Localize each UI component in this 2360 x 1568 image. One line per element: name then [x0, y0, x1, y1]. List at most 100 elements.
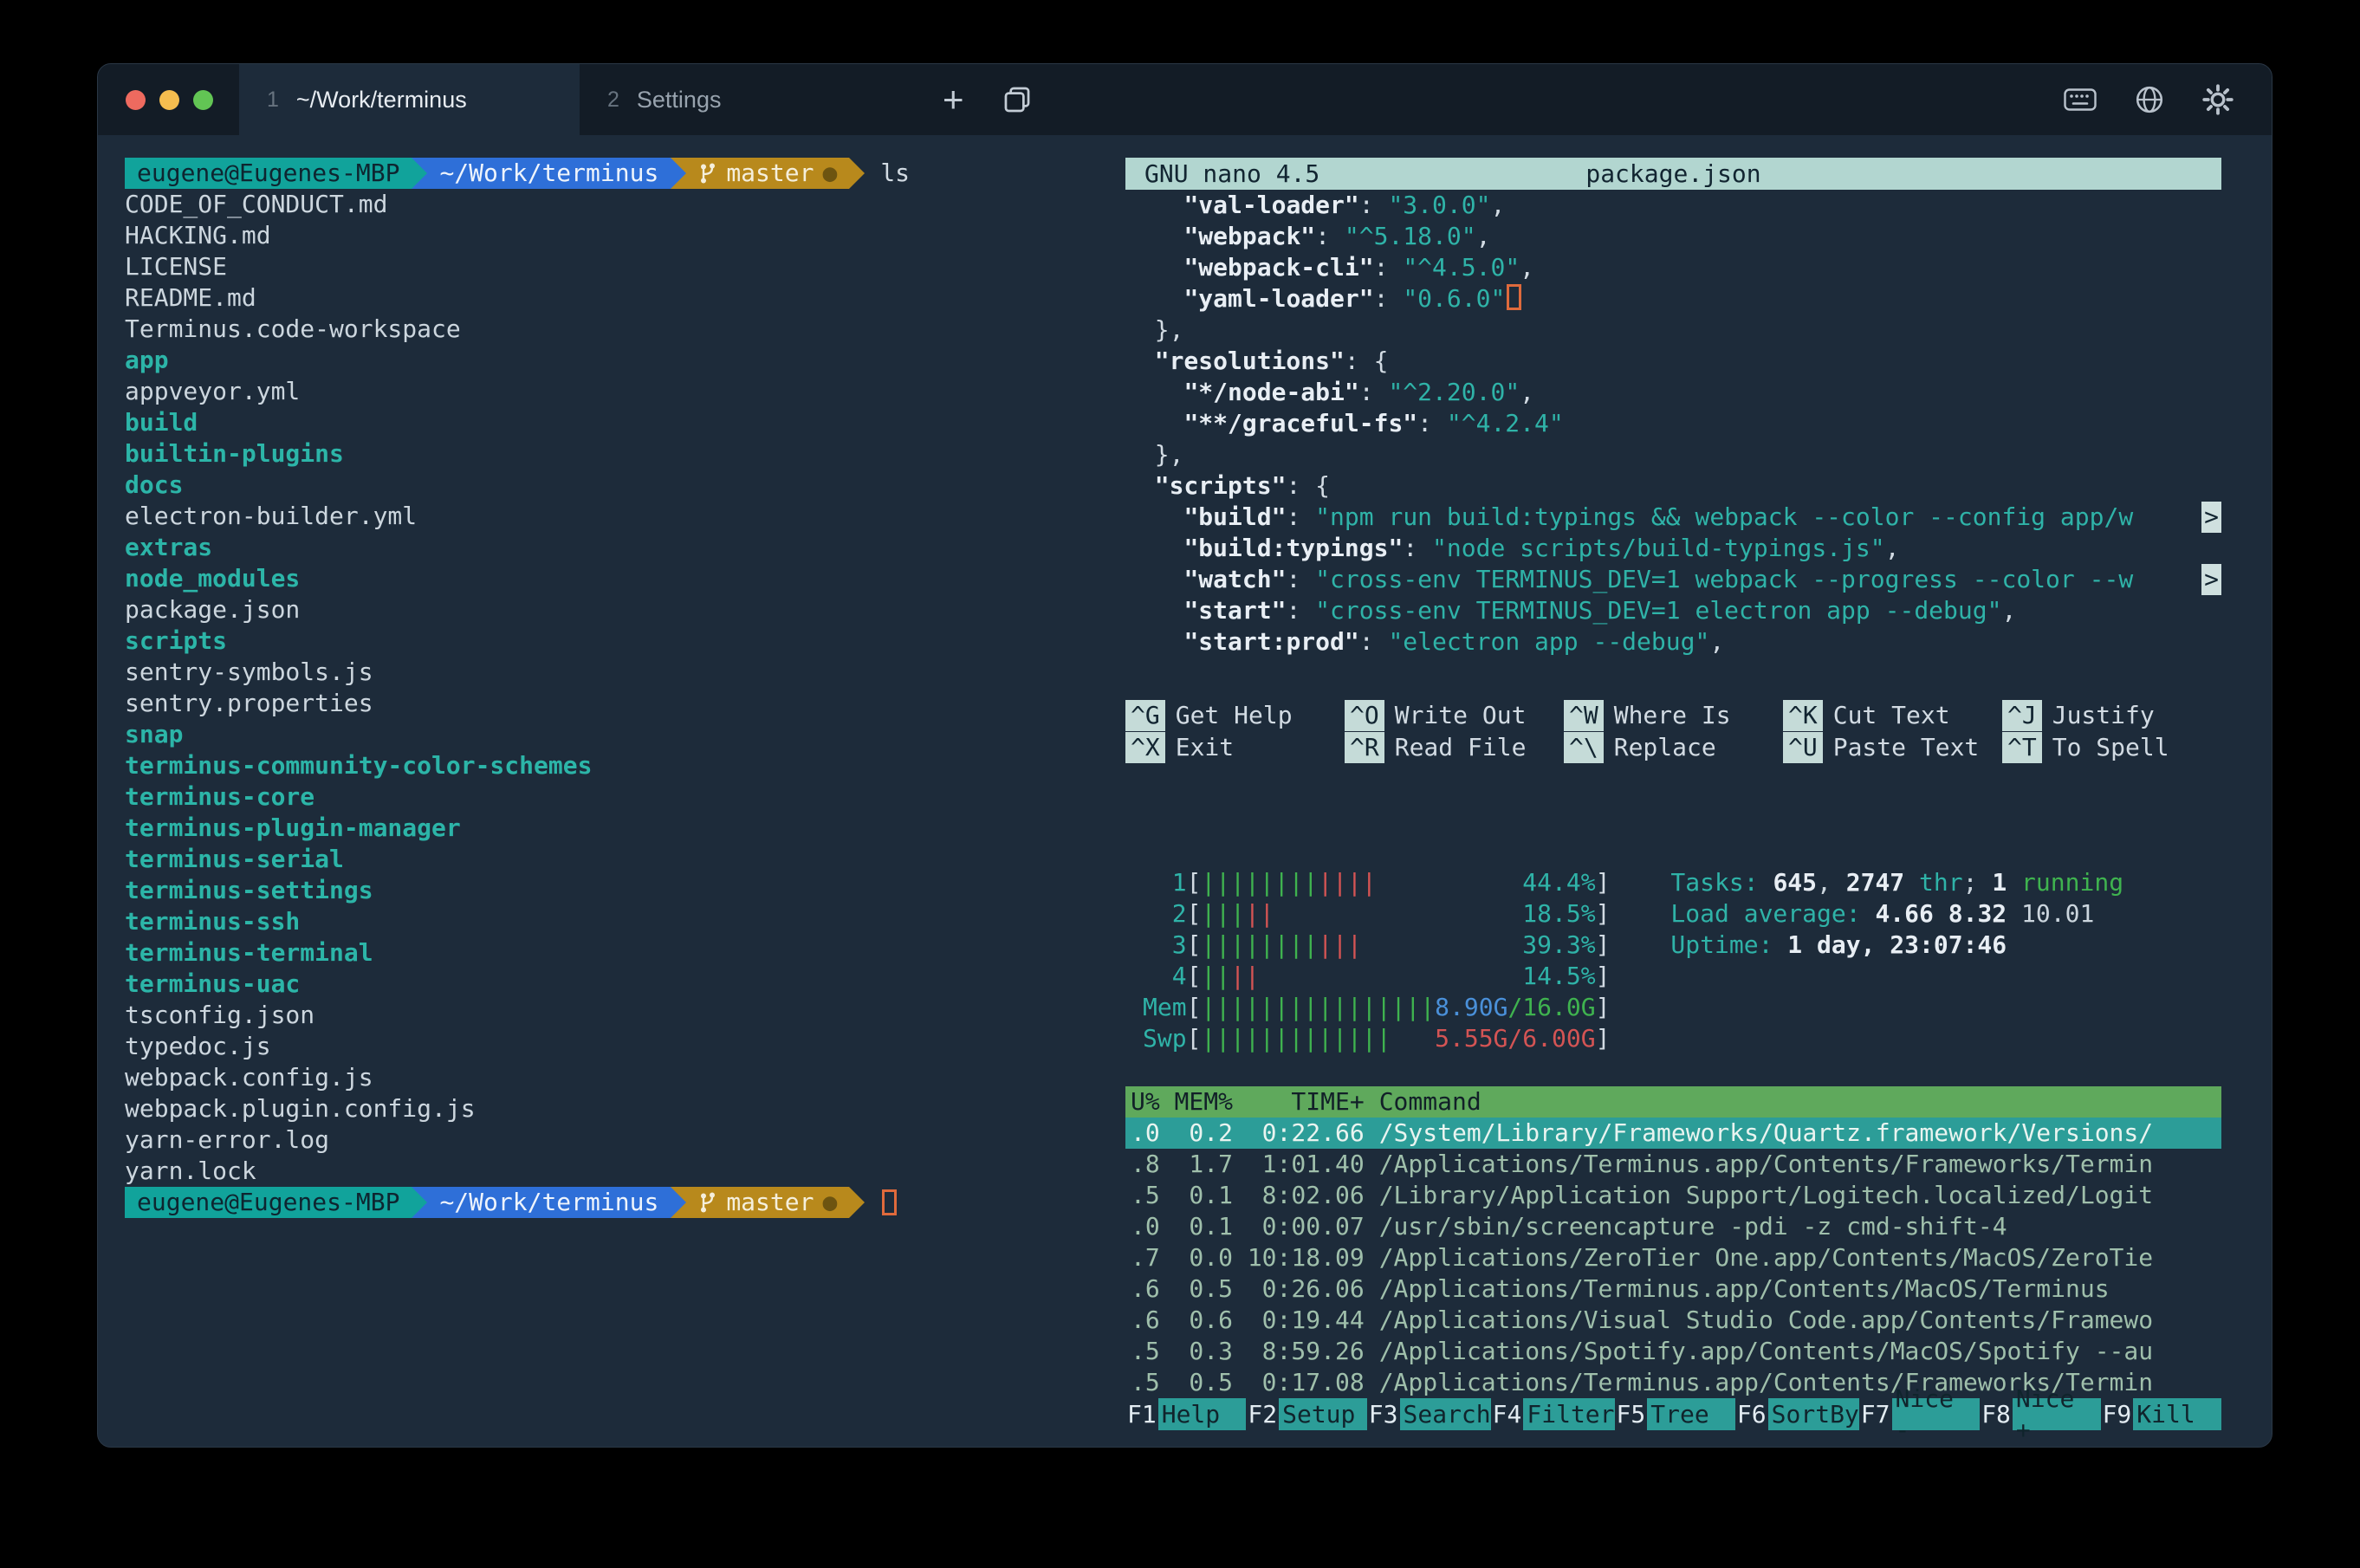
terminal-pane-right[interactable]: package.json GNU nano 4.5 "val-loader": …	[1125, 135, 2272, 1447]
nano-line: "*/node-abi": "^2.20.0",	[1125, 377, 2221, 408]
close-button[interactable]	[126, 90, 146, 110]
tab-title: ~/Work/terminus	[296, 87, 467, 113]
process-row[interactable]: .60.60:19.44/Applications/Visual Studio …	[1125, 1305, 2221, 1336]
line-wrap-marker: >	[2201, 564, 2221, 595]
nano-line: "start:prod": "electron app --debug",	[1125, 626, 2221, 658]
process-row[interactable]: .70.010:18.09/Applications/ZeroTier One.…	[1125, 1242, 2221, 1273]
file-entry: terminus-plugin-manager	[125, 813, 1125, 844]
nano-line: "resolutions": {	[1125, 346, 2221, 377]
process-row[interactable]: .00.10:00.07/usr/sbin/screencapture -pdi…	[1125, 1211, 2221, 1242]
process-table-header[interactable]: U%MEM%TIME+Command	[1125, 1086, 2221, 1118]
traffic-lights	[98, 64, 239, 135]
htop-fkey[interactable]: F5Tree	[1615, 1398, 1735, 1430]
nano-line: "build:typings": "node scripts/build-typ…	[1125, 533, 2221, 564]
file-entry: Terminus.code-workspace	[125, 314, 1125, 345]
file-entry: terminus-ssh	[125, 906, 1125, 937]
file-entry: typedoc.js	[125, 1031, 1125, 1062]
globe-icon[interactable]	[2135, 85, 2164, 114]
file-entry: tsconfig.json	[125, 1000, 1125, 1031]
tab-number: 2	[607, 87, 619, 113]
tab-work-terminus[interactable]: 1 ~/Work/terminus	[239, 64, 580, 135]
git-branch-icon	[698, 162, 717, 185]
htop-fkey[interactable]: F3Search	[1367, 1398, 1491, 1430]
powerline-arrow	[671, 1187, 686, 1218]
powerline-arrow	[412, 158, 427, 189]
process-row[interactable]: .81.71:01.40/Applications/Terminus.app/C…	[1125, 1149, 2221, 1180]
nano-cursor	[1507, 284, 1521, 310]
process-row[interactable]: .60.50:26.06/Applications/Terminus.app/C…	[1125, 1273, 2221, 1305]
file-entry: HACKING.md	[125, 220, 1125, 251]
settings-gear-icon[interactable]	[2202, 84, 2234, 115]
nano-line: "scripts": {	[1125, 470, 2221, 502]
file-entry: README.md	[125, 282, 1125, 314]
file-entry: docs	[125, 470, 1125, 501]
minimize-button[interactable]	[159, 90, 179, 110]
process-row[interactable]: .50.18:02.06/Library/Application Support…	[1125, 1180, 2221, 1211]
terminal-content: eugene@Eugenes-MBP~/Work/terminusmaster●…	[98, 135, 2272, 1447]
nano-shortcut: ^RRead File	[1345, 732, 1564, 763]
nano-editor: package.json GNU nano 4.5 "val-loader": …	[1125, 158, 2221, 763]
htop-fkey[interactable]: F7Nice -	[1859, 1398, 1980, 1430]
nano-shortcut-bar: ^GGet Help^OWrite Out^WWhere Is^KCut Tex…	[1125, 699, 2221, 763]
meter-row: Mem[||||||||||||||||8.90G/16.0G]	[1143, 992, 1610, 1023]
maximize-button[interactable]	[193, 90, 213, 110]
file-entry: sentry-symbols.js	[125, 657, 1125, 688]
shell-prompt: eugene@Eugenes-MBP~/Work/terminusmaster●…	[125, 158, 1125, 189]
terminal-pane-left[interactable]: eugene@Eugenes-MBP~/Work/terminusmaster●…	[98, 135, 1125, 1447]
cpu-memory-meters: 1[||||||||||||44.4%]2[|||||18.5%]3[|||||…	[1143, 867, 1610, 1054]
process-row[interactable]: .00.20:22.66/System/Library/Frameworks/Q…	[1125, 1118, 2221, 1149]
split-windows-icon[interactable]	[987, 64, 1047, 135]
prompt-user-host: eugene@Eugenes-MBP	[125, 1187, 412, 1218]
file-entry: builtin-plugins	[125, 438, 1125, 470]
process-rows: .00.20:22.66/System/Library/Frameworks/Q…	[1125, 1118, 2221, 1398]
file-entry: node_modules	[125, 563, 1125, 594]
summary-line: Tasks: 645, 2747 thr; 1 running	[1670, 867, 2123, 898]
tab-title: Settings	[637, 87, 722, 113]
shell-prompt: eugene@Eugenes-MBP~/Work/terminusmaster●	[125, 1187, 1125, 1218]
prompt-branch: master	[726, 1187, 814, 1218]
nano-line: },	[1125, 314, 2221, 346]
htop-fkey[interactable]: F6SortBy	[1735, 1398, 1859, 1430]
nano-shortcut: ^KCut Text	[1783, 700, 2002, 731]
htop-function-key-bar: F1HelpF2SetupF3SearchF4FilterF5TreeF6Sor…	[1125, 1398, 2221, 1430]
htop-meters: 1[||||||||||||44.4%]2[|||||18.5%]3[|||||…	[1125, 867, 2221, 1054]
tab-settings[interactable]: 2 Settings	[580, 64, 920, 135]
nano-shortcut: ^GGet Help	[1125, 700, 1345, 731]
file-entry: scripts	[125, 625, 1125, 657]
ls-output: CODE_OF_CONDUCT.mdHACKING.mdLICENSEREADM…	[125, 189, 1125, 1187]
nano-line: "yaml-loader": "0.6.0"	[1125, 283, 2221, 314]
nano-line: "webpack-cli": "^4.5.0",	[1125, 252, 2221, 283]
nano-shortcut: ^JJustify	[2002, 700, 2221, 731]
keyboard-icon[interactable]	[2064, 87, 2097, 112]
htop-fkey[interactable]: F1Help	[1125, 1398, 1246, 1430]
titlebar-actions	[2064, 64, 2272, 135]
new-tab-button[interactable]: +	[920, 64, 987, 135]
titlebar-spacer	[1047, 64, 2064, 135]
htop-fkey[interactable]: F4Filter	[1491, 1398, 1615, 1430]
process-row[interactable]: .50.38:59.26/Applications/Spotify.app/Co…	[1125, 1336, 2221, 1367]
system-summary: Tasks: 645, 2747 thr; 1 runningLoad aver…	[1670, 867, 2123, 1054]
file-entry: app	[125, 345, 1125, 376]
powerline-arrow	[849, 1187, 865, 1218]
nano-line: },	[1125, 439, 2221, 470]
file-entry: yarn.lock	[125, 1156, 1125, 1187]
git-branch-icon	[698, 1191, 717, 1214]
prompt-git-segment: master●	[686, 1187, 849, 1218]
htop-fkey[interactable]: F8Nice +	[1980, 1398, 2100, 1430]
file-entry: LICENSE	[125, 251, 1125, 282]
file-entry: appveyor.yml	[125, 376, 1125, 407]
htop-fkey[interactable]: F9Kill	[2101, 1398, 2221, 1430]
file-entry: webpack.plugin.config.js	[125, 1093, 1125, 1124]
file-entry: terminus-community-color-schemes	[125, 750, 1125, 781]
nano-filename: package.json	[1125, 159, 2221, 190]
typed-command: ls	[880, 158, 910, 189]
nano-shortcut: ^UPaste Text	[1783, 732, 2002, 763]
nano-line: "val-loader": "3.0.0",	[1125, 190, 2221, 221]
git-dirty-dot: ●	[822, 158, 837, 189]
file-entry: terminus-settings	[125, 875, 1125, 906]
htop-fkey[interactable]: F2Setup	[1246, 1398, 1366, 1430]
htop-monitor: 1[||||||||||||44.4%]2[|||||18.5%]3[|||||…	[1125, 867, 2221, 1430]
nano-line: "**/graceful-fs": "^4.2.4"	[1125, 408, 2221, 439]
meter-row: 1[||||||||||||44.4%]	[1143, 867, 1610, 898]
terminal-cursor	[882, 1189, 897, 1215]
